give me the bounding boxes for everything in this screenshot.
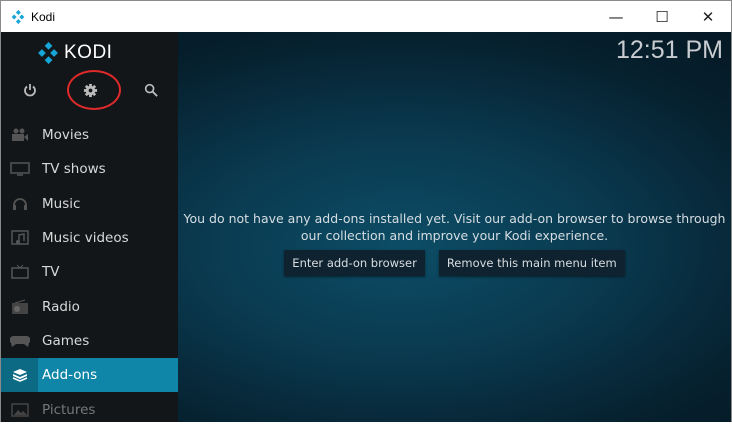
main-menu: Movies TV shows Music Music videos TV Ra…: [1, 118, 178, 427]
enter-addon-browser-button[interactable]: Enter add-on browser: [284, 250, 425, 276]
menu-item-movies[interactable]: Movies: [1, 118, 178, 152]
menu-item-music[interactable]: Music: [1, 187, 178, 221]
menu-item-add-ons[interactable]: Add-ons: [1, 358, 178, 393]
tv-icon: [1, 255, 38, 289]
close-button[interactable]: ✕: [685, 1, 731, 32]
menu-item-tv[interactable]: TV: [1, 255, 178, 289]
menu-item-tv-shows[interactable]: TV shows: [1, 152, 178, 186]
music-video-icon: [1, 221, 38, 255]
sidebar: KODI Movies TV shows Music Music videos …: [1, 32, 178, 422]
menu-item-games[interactable]: Games: [1, 324, 178, 358]
headphones-icon: [1, 187, 38, 221]
addons-box-icon: [1, 358, 38, 393]
kodi-logo-icon: [11, 9, 25, 24]
clock: 12:51 PM: [615, 36, 723, 64]
search-icon[interactable]: [141, 80, 161, 100]
radio-icon: [1, 289, 38, 323]
minimize-button[interactable]: —: [593, 1, 639, 32]
logo-text: KODI: [64, 42, 113, 63]
monitor-icon: [1, 152, 38, 186]
power-icon[interactable]: [20, 80, 40, 100]
title-bar: Kodi — ☐ ✕: [1, 1, 731, 32]
window-title: Kodi: [31, 9, 56, 24]
remove-menu-item-button[interactable]: Remove this main menu item: [438, 250, 625, 276]
menu-item-radio[interactable]: Radio: [1, 289, 178, 323]
kodi-window: Kodi — ☐ ✕ KODI Movies TV shows Music Mu…: [0, 0, 732, 422]
gamepad-icon: [1, 324, 38, 358]
kodi-logo-icon: [38, 42, 58, 64]
no-addons-message: You do not have any add-ons installed ye…: [183, 211, 726, 243]
annotation-circle: [67, 70, 121, 110]
movie-camera-icon: [1, 118, 38, 152]
menu-item-music-videos[interactable]: Music videos: [1, 221, 178, 255]
maximize-button[interactable]: ☐: [639, 1, 685, 32]
kodi-home: KODI Movies TV shows Music Music videos …: [1, 32, 731, 422]
action-buttons: Enter add-on browser Remove this main me…: [178, 250, 731, 276]
kodi-logo: KODI: [37, 42, 112, 64]
